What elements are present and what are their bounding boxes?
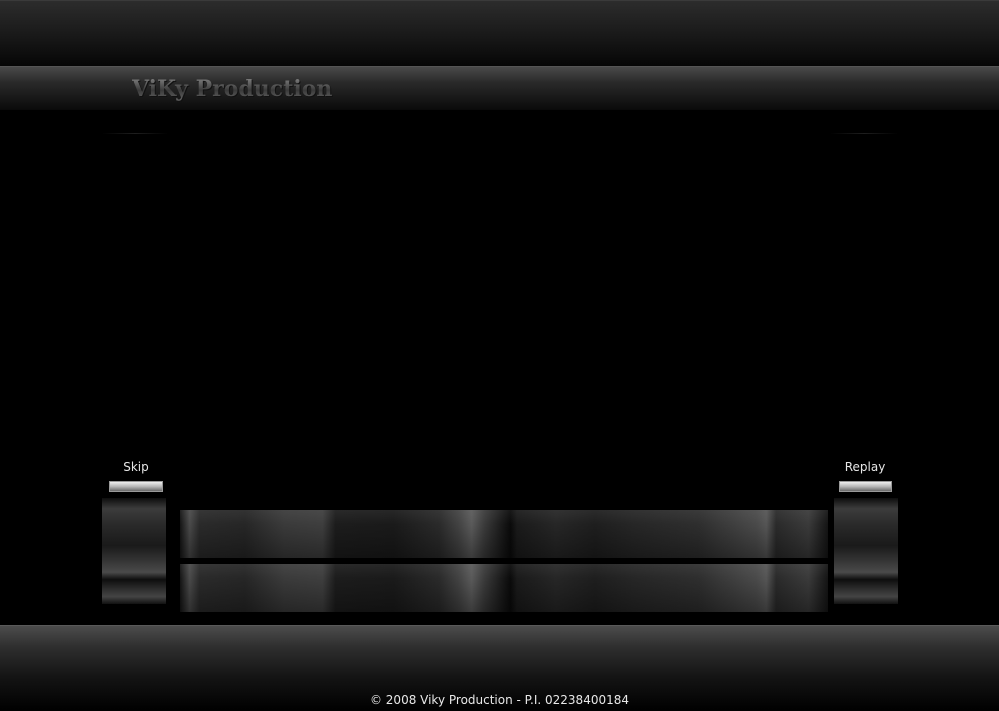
footer-copyright: © 2008 Viky Production - P.I. 0223840018… — [369, 693, 630, 707]
top-band — [0, 0, 999, 66]
skip-label[interactable]: Skip — [110, 460, 162, 474]
left-divider — [102, 133, 168, 134]
intro-strip-top — [180, 510, 828, 558]
skip-button[interactable] — [109, 481, 163, 492]
right-divider — [830, 133, 898, 134]
site-logo: ViKy Production — [132, 76, 333, 102]
left-pillar — [102, 498, 166, 604]
intro-strip-bottom — [180, 564, 828, 612]
replay-label[interactable]: Replay — [836, 460, 894, 474]
right-pillar — [834, 498, 898, 604]
replay-button[interactable] — [839, 481, 892, 492]
